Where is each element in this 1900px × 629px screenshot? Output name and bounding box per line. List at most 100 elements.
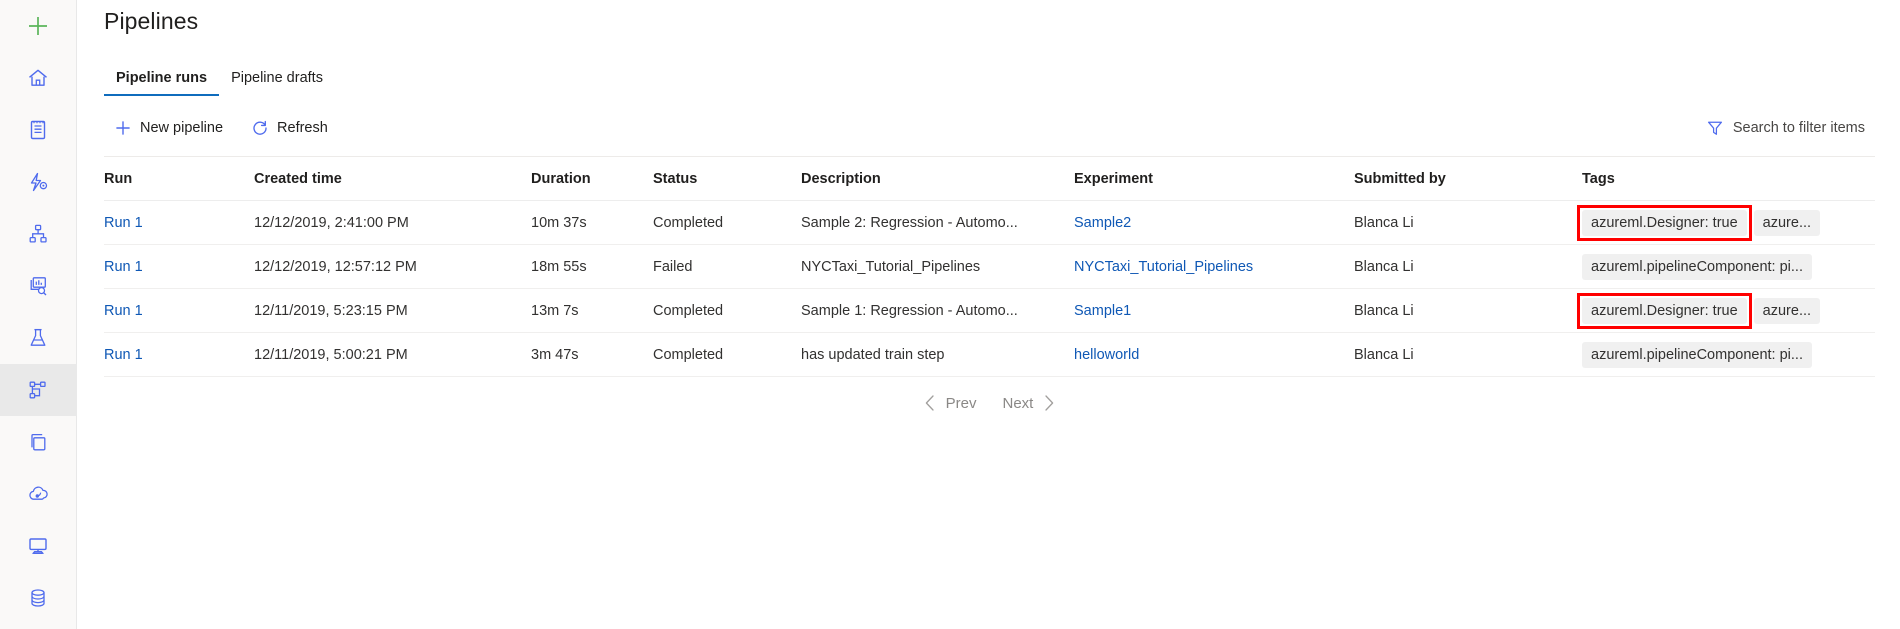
cell-description: Sample 2: Regression - Automo... (801, 215, 1074, 231)
cell-experiment: Sample2 (1074, 215, 1354, 231)
compute-icon (26, 534, 50, 558)
cell-tags: azureml.Designer: true azure... (1582, 298, 1875, 324)
cell-duration: 13m 7s (531, 303, 653, 319)
cell-submitted-by: Blanca Li (1354, 303, 1582, 319)
tag-highlight-box: azureml.Designer: true (1582, 210, 1747, 236)
column-header-submitted-by[interactable]: Submitted by (1354, 171, 1582, 187)
next-page-button[interactable]: Next (993, 388, 1067, 418)
refresh-label: Refresh (277, 120, 328, 136)
cell-experiment: helloworld (1074, 347, 1354, 363)
table-row[interactable]: Run 1 12/12/2019, 12:57:12 PM 18m 55s Fa… (104, 245, 1875, 289)
cell-duration: 10m 37s (531, 215, 653, 231)
cell-experiment: Sample1 (1074, 303, 1354, 319)
table-row[interactable]: Run 1 12/11/2019, 5:00:21 PM 3m 47s Comp… (104, 333, 1875, 377)
new-button[interactable] (0, 0, 77, 52)
nav-group-assets (0, 260, 76, 520)
nav-group-authoring (0, 104, 76, 260)
automated-ml-icon (26, 170, 50, 194)
prev-page-button[interactable]: Prev (913, 388, 987, 418)
sidebar-item-data-labeling[interactable] (0, 624, 77, 629)
column-header-duration[interactable]: Duration (531, 171, 653, 187)
endpoints-icon (26, 482, 50, 506)
run-link[interactable]: Run 1 (104, 347, 143, 363)
cell-run: Run 1 (104, 303, 254, 319)
experiment-link[interactable]: helloworld (1074, 347, 1139, 363)
cell-submitted-by: Blanca Li (1354, 347, 1582, 363)
tab-list: Pipeline runs Pipeline drafts (104, 66, 335, 96)
sidebar-item-automated-ml[interactable] (0, 156, 77, 208)
pipelines-page: Pipelines Pipeline runs Pipeline drafts … (0, 0, 1900, 629)
tag-pill[interactable]: azureml.pipelineComponent: pi... (1582, 342, 1812, 368)
filter-icon (1706, 119, 1724, 137)
column-header-run[interactable]: Run (104, 171, 254, 187)
cell-created-time: 12/12/2019, 12:57:12 PM (254, 259, 531, 275)
experiment-link[interactable]: Sample1 (1074, 303, 1131, 319)
cell-tags: azureml.Designer: true azure... (1582, 210, 1875, 236)
tag-pill[interactable]: azureml.pipelineComponent: pi... (1582, 254, 1812, 280)
sidebar-item-designer[interactable] (0, 208, 77, 260)
cell-tags: azureml.pipelineComponent: pi... (1582, 342, 1875, 368)
column-header-status[interactable]: Status (653, 171, 801, 187)
main-content: Pipelines Pipeline runs Pipeline drafts … (77, 0, 1900, 629)
next-label: Next (1003, 395, 1034, 412)
cell-created-time: 12/11/2019, 5:00:21 PM (254, 347, 531, 363)
plus-icon (114, 119, 132, 137)
sidebar-item-datastores[interactable] (0, 572, 77, 624)
pipeline-runs-table: Run Created time Duration Status Descrip… (104, 157, 1875, 377)
cell-description: has updated train step (801, 347, 1074, 363)
cell-run: Run 1 (104, 215, 254, 231)
models-icon (26, 430, 50, 454)
cell-description: NYCTaxi_Tutorial_Pipelines (801, 259, 1074, 275)
cell-status: Completed (653, 347, 801, 363)
tag-pill[interactable]: azureml.Designer: true (1582, 210, 1747, 236)
run-link[interactable]: Run 1 (104, 259, 143, 275)
cell-experiment: NYCTaxi_Tutorial_Pipelines (1074, 259, 1354, 275)
column-header-tags[interactable]: Tags (1582, 171, 1875, 187)
sidebar-item-pipelines[interactable] (0, 364, 77, 416)
experiments-icon (26, 326, 50, 350)
search-filter-button[interactable]: Search to filter items (1696, 114, 1875, 142)
experiment-link[interactable]: Sample2 (1074, 215, 1131, 231)
cell-submitted-by: Blanca Li (1354, 259, 1582, 275)
datastores-icon (26, 586, 50, 610)
cell-status: Completed (653, 215, 801, 231)
tag-pill[interactable]: azure... (1754, 210, 1820, 236)
experiment-link[interactable]: NYCTaxi_Tutorial_Pipelines (1074, 259, 1253, 275)
nav-group-create (0, 0, 76, 104)
column-header-created-time[interactable]: Created time (254, 171, 531, 187)
cell-duration: 18m 55s (531, 259, 653, 275)
tag-highlight-box: azureml.Designer: true (1582, 298, 1747, 324)
sidebar-item-models[interactable] (0, 416, 77, 468)
sidebar-item-home[interactable] (0, 52, 77, 104)
tag-pill[interactable]: azure... (1754, 298, 1820, 324)
sidebar-item-compute[interactable] (0, 520, 77, 572)
table-row[interactable]: Run 1 12/12/2019, 2:41:00 PM 10m 37s Com… (104, 201, 1875, 245)
cell-created-time: 12/11/2019, 5:23:15 PM (254, 303, 531, 319)
column-header-experiment[interactable]: Experiment (1074, 171, 1354, 187)
new-pipeline-button[interactable]: New pipeline (104, 114, 233, 142)
new-icon (25, 13, 51, 39)
run-link[interactable]: Run 1 (104, 215, 143, 231)
page-title: Pipelines (104, 8, 198, 35)
refresh-icon (251, 119, 269, 137)
refresh-button[interactable]: Refresh (241, 114, 338, 142)
designer-icon (26, 222, 50, 246)
column-header-description[interactable]: Description (801, 171, 1074, 187)
tab-pipeline-drafts[interactable]: Pipeline drafts (219, 66, 335, 96)
pagination: Prev Next (104, 388, 1875, 418)
nav-group-manage (0, 520, 76, 629)
chevron-left-icon (923, 394, 937, 412)
sidebar-item-experiments[interactable] (0, 312, 77, 364)
table-row[interactable]: Run 1 12/11/2019, 5:23:15 PM 13m 7s Comp… (104, 289, 1875, 333)
cell-run: Run 1 (104, 347, 254, 363)
cell-status: Completed (653, 303, 801, 319)
run-link[interactable]: Run 1 (104, 303, 143, 319)
table-header-row: Run Created time Duration Status Descrip… (104, 157, 1875, 201)
sidebar-item-endpoints[interactable] (0, 468, 77, 520)
sidebar-item-notebooks[interactable] (0, 104, 77, 156)
tab-pipeline-runs[interactable]: Pipeline runs (104, 66, 219, 96)
prev-label: Prev (946, 395, 977, 412)
cell-duration: 3m 47s (531, 347, 653, 363)
sidebar-item-datasets[interactable] (0, 260, 77, 312)
tag-pill[interactable]: azureml.Designer: true (1582, 298, 1747, 324)
